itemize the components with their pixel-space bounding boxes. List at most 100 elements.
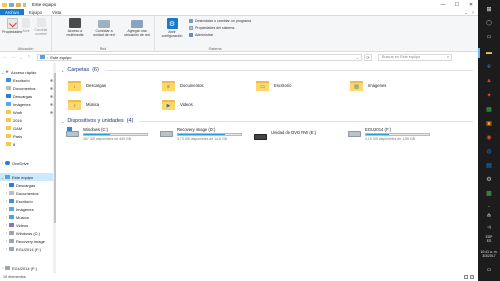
nav-pc-descargas[interactable]: › Descargas <box>0 181 56 189</box>
drive-usage-bar <box>83 133 148 136</box>
nav-onedrive[interactable]: › OneDrive <box>0 159 56 167</box>
nav-pc-egu2014[interactable]: › EGU2014 (F:) <box>0 245 56 253</box>
back-arrow-icon[interactable]: ← <box>2 54 8 60</box>
chevron-down-icon[interactable]: ⌄ <box>356 55 361 60</box>
volume-icon[interactable]: ◁) <box>478 225 500 229</box>
store-icon[interactable]: ▤ <box>483 160 495 170</box>
folders-section-header[interactable]: ⌄ Carpetas (6) <box>61 67 473 73</box>
clock[interactable]: 10:41 a. m. 3/3/2017 <box>478 250 500 258</box>
tab-vista[interactable]: Vista <box>47 9 66 15</box>
drive-egu2014-f[interactable]: EGU2014 (F:) 1,19 GB disponibles de 1,85… <box>348 127 430 141</box>
rename-button[interactable]: Cambiar nombre <box>31 18 51 36</box>
nav-escritorio[interactable]: Escritorio ✱ <box>0 76 56 84</box>
drive-recovery-d[interactable]: Recovery image (D:) 3,73 GB disponibles … <box>160 127 242 141</box>
map-network-drive-button[interactable]: Conectar a unidad de red <box>90 18 118 37</box>
edge-icon[interactable]: e <box>483 62 495 72</box>
acrobat-icon[interactable]: ▲ <box>483 76 495 86</box>
folder-musica[interactable]: ♪ Música <box>68 99 99 110</box>
nav-documentos[interactable]: Documentos ✱ <box>0 84 56 92</box>
nav-work[interactable]: Work ✱ <box>0 108 56 116</box>
show-hidden-icons[interactable]: ⌃ <box>483 202 495 212</box>
maximize-button[interactable]: ☐ <box>450 0 464 9</box>
properties-icon[interactable] <box>9 2 14 7</box>
chevron-down-icon[interactable]: ⌄ <box>464 10 467 15</box>
start-icon[interactable]: ⊞ <box>483 4 495 14</box>
uninstall-program-button[interactable]: Desinstalar o cambiar un programa <box>189 19 251 23</box>
folder-documentos[interactable]: ≡ Documentos <box>162 80 204 91</box>
tab-equipo[interactable]: Equipo <box>24 9 47 15</box>
nav-pc-escritorio[interactable]: › Escritorio <box>0 197 56 205</box>
drive-free-space: 267 GB disponibles de 449 GB <box>83 137 132 141</box>
spreadsheet-icon[interactable]: ▦ <box>483 104 495 114</box>
nav-8[interactable]: 8 <box>0 140 56 148</box>
manage-button[interactable]: Administrar <box>189 33 213 37</box>
devices-section-header[interactable]: ⌄ Dispositivos y unidades (4) <box>61 118 473 124</box>
nav-paris[interactable]: Paris <box>0 132 56 140</box>
chevron-down-icon[interactable]: ⌄ <box>61 119 64 124</box>
notifications-icon[interactable]: ▭ <box>478 268 500 273</box>
nav-2016[interactable]: 2016 <box>0 116 56 124</box>
manage-icon <box>189 33 193 37</box>
skype-icon[interactable]: ◍ <box>483 146 495 156</box>
app-icon[interactable]: ✦ <box>483 90 495 100</box>
chevron-down-icon[interactable] <box>23 2 26 7</box>
task-view-icon[interactable]: ▭ <box>483 32 495 42</box>
drive-dvd-e[interactable]: Unidad de DVD RW (E:) <box>254 130 316 141</box>
nav-pc-imagenes[interactable]: › Imágenes <box>0 205 56 213</box>
nav-pc-recovery[interactable]: › Recovery image <box>0 237 56 245</box>
recent-locations-icon[interactable]: ⌄ <box>18 55 24 60</box>
minimize-button[interactable]: — <box>436 0 450 9</box>
refresh-button[interactable]: ⟳ <box>364 53 372 61</box>
folder-icon[interactable] <box>2 2 7 7</box>
desktop-folder-icon: ▭ <box>256 80 269 91</box>
language-indicator[interactable]: ESP ES <box>478 235 500 243</box>
nav-egu2014[interactable]: › EGU2014 (F:) <box>0 264 56 272</box>
gear-icon[interactable]: ⚙ <box>483 174 495 184</box>
nav-scrollbar[interactable] <box>53 63 56 273</box>
scrollbar-thumb[interactable] <box>53 73 56 223</box>
search-input[interactable]: Buscar en Este equipo ⌕ <box>378 53 452 61</box>
nav-gam[interactable]: GAM <box>0 124 56 132</box>
nav-pc-windows-c[interactable]: › Windows (C:) <box>0 229 56 237</box>
add-network-location-button[interactable]: Agregar una ubicación de red <box>120 18 154 37</box>
folder-imagenes[interactable]: ▨ Imágenes <box>350 80 386 91</box>
nav-descargas[interactable]: Descargas ✱ <box>0 92 56 100</box>
network-icon[interactable]: ⟰ <box>478 214 500 219</box>
up-arrow-icon[interactable]: ↑ <box>26 54 32 60</box>
nav-pc-documentos[interactable]: › Documentos <box>0 189 56 197</box>
nav-este-equipo[interactable]: ⌄ Este equipo <box>0 173 56 181</box>
chevron-down-icon[interactable]: ⌄ <box>61 68 64 73</box>
folder-icon <box>6 142 11 146</box>
nav-imagenes[interactable]: Imágenes ✱ <box>0 100 56 108</box>
large-icons-view-icon[interactable] <box>470 275 474 279</box>
media-access-button[interactable]: Acceso a multimedia <box>62 18 88 37</box>
folder-videos[interactable]: ▶ Videos <box>162 99 193 110</box>
folder-escritorio[interactable]: ▭ Escritorio <box>256 80 291 91</box>
folder-label: Videos <box>180 102 193 107</box>
nav-pc-musica[interactable]: › Música <box>0 213 56 221</box>
drive-free-space: 3,73 GB disponibles de 14,8 GB <box>177 137 228 141</box>
open-settings-button[interactable]: ⚙ Abrir configuración <box>159 18 185 38</box>
nav-label: Videos <box>16 222 29 228</box>
system-properties-button[interactable]: Propiedades del sistema <box>189 26 234 30</box>
close-button[interactable]: ✕ <box>464 0 478 9</box>
address-input[interactable]: › Este equipo ⌄ <box>37 53 362 61</box>
nav-quick-access[interactable]: ⌄ ★ Acceso rápido <box>0 68 56 76</box>
folder-descargas[interactable]: ↓ Descargas <box>68 80 106 91</box>
chrome-icon[interactable]: ◉ <box>483 132 495 142</box>
tab-archivo[interactable]: Archivo <box>0 9 24 15</box>
file-explorer-icon[interactable]: ▬ <box>483 48 495 58</box>
app-icon-green[interactable]: ▩ <box>483 188 495 198</box>
nav-label: Paris <box>13 133 23 139</box>
network-drive-icon <box>98 20 110 28</box>
drive-windows-c[interactable]: Windows (C:) 267 GB disponibles de 449 G… <box>66 127 148 141</box>
details-view-icon[interactable] <box>464 275 468 279</box>
forward-arrow-icon[interactable]: → <box>10 54 16 60</box>
new-folder-icon[interactable] <box>16 2 21 7</box>
help-icon[interactable]: ? <box>472 10 474 15</box>
presentation-icon[interactable]: ▣ <box>483 118 495 128</box>
breadcrumb[interactable]: Este equipo <box>50 55 71 60</box>
nav-pc-videos[interactable]: › Videos <box>0 221 56 229</box>
search-icon[interactable]: ◯ <box>483 18 495 28</box>
window-title: Este equipo <box>32 2 57 7</box>
